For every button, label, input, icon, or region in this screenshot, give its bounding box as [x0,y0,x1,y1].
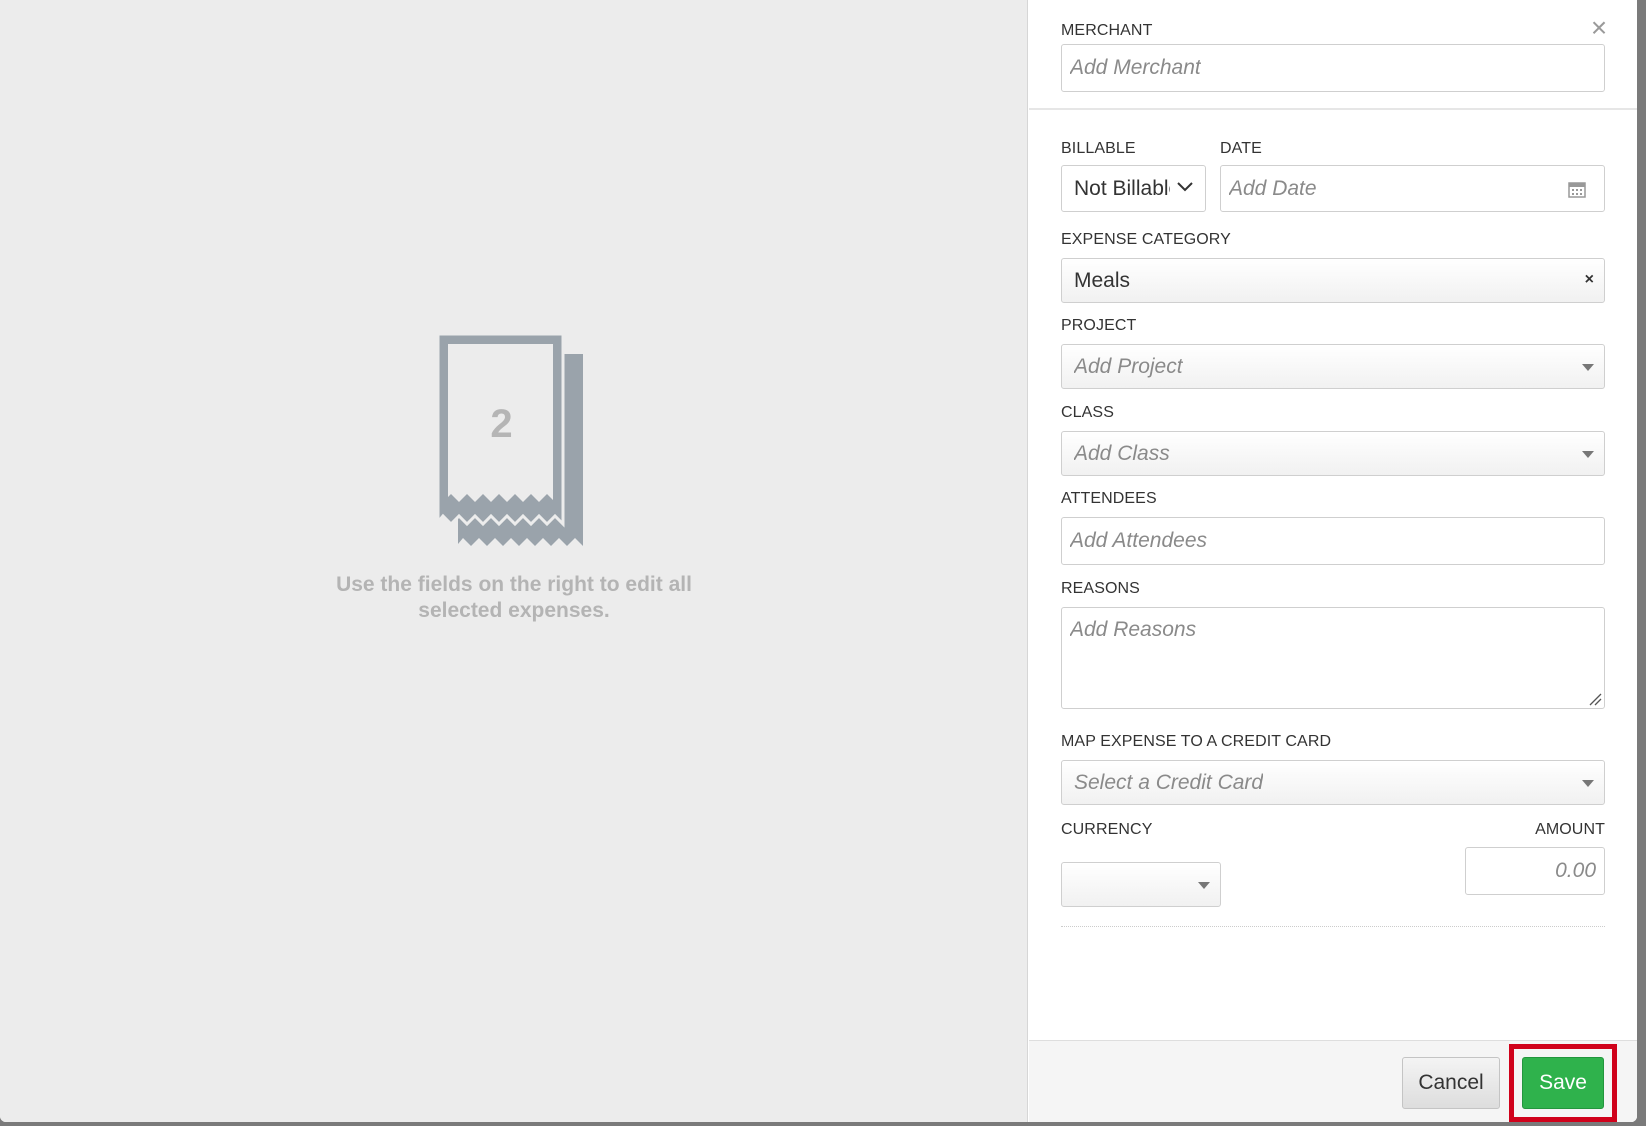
clear-icon[interactable]: × [1585,271,1594,289]
caret-down-icon [1582,780,1594,787]
attendees-label: ATTENDEES [1061,490,1157,507]
amount-input[interactable]: 0.00 [1465,847,1605,895]
save-button[interactable]: Save [1522,1057,1604,1109]
resize-handle-icon[interactable] [1588,692,1602,706]
close-icon[interactable]: × [1587,14,1611,42]
billable-select[interactable]: Not Billable [1061,165,1206,212]
date-input[interactable]: Add Date [1220,165,1605,212]
edit-expenses-modal: 2 Use the fields on the right to edit al… [0,0,1637,1122]
caret-down-icon [1582,451,1594,458]
receipt-stack: 2 [438,334,588,549]
merchant-label: MERCHANT [1061,22,1153,39]
credit-card-placeholder: Select a Credit Card [1074,771,1264,794]
merchant-input[interactable]: Add Merchant [1061,44,1605,92]
selected-count: 2 [490,402,513,446]
project-placeholder: Add Project [1074,355,1183,378]
amount-placeholder: 0.00 [1555,859,1596,882]
project-label: PROJECT [1061,317,1137,334]
reasons-label: REASONS [1061,580,1140,597]
calendar-icon[interactable] [1568,180,1586,198]
modal-footer: Cancel Save [1029,1040,1637,1122]
class-select[interactable]: Add Class [1061,431,1605,476]
amount-label: AMOUNT [1535,821,1605,838]
billable-label: BILLABLE [1061,140,1136,157]
expense-category-select[interactable]: Meals × [1061,258,1605,303]
expense-category-label: EXPENSE CATEGORY [1061,231,1231,248]
date-placeholder: Add Date [1229,177,1317,200]
currency-select[interactable] [1061,862,1221,907]
caret-down-icon [1582,364,1594,371]
edit-form-pane: MERCHANT Add Merchant × BILLABLE Not Bil… [1029,0,1637,1122]
class-placeholder: Add Class [1074,442,1170,465]
credit-card-label: MAP EXPENSE TO A CREDIT CARD [1061,733,1332,750]
form-divider [1061,926,1605,927]
attendees-placeholder: Add Attendees [1070,529,1207,552]
reasons-placeholder: Add Reasons [1070,618,1197,641]
caret-down-icon [1198,882,1210,889]
billable-value: Not Billable [1074,177,1170,200]
preview-pane: 2 Use the fields on the right to edit al… [0,0,1028,1122]
currency-label: CURRENCY [1061,821,1153,838]
class-label: CLASS [1061,404,1114,421]
reasons-textarea[interactable]: Add Reasons [1061,607,1605,709]
merchant-section: MERCHANT Add Merchant × [1029,0,1637,110]
merchant-placeholder: Add Merchant [1070,56,1201,79]
cancel-button[interactable]: Cancel [1402,1057,1500,1109]
expense-category-value: Meals [1074,269,1131,292]
edit-instructions: Use the fields on the right to edit all … [336,573,692,622]
chevron-down-icon [1177,182,1193,192]
date-label: DATE [1220,140,1262,157]
project-select[interactable]: Add Project [1061,344,1605,389]
credit-card-select[interactable]: Select a Credit Card [1061,760,1605,805]
attendees-input[interactable]: Add Attendees [1061,517,1605,565]
